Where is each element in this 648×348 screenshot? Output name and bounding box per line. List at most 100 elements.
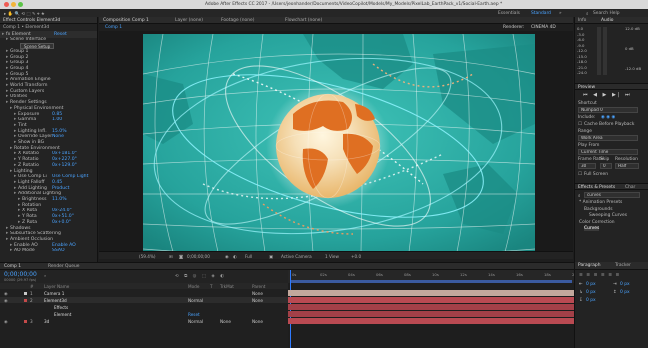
play-from-select[interactable]: Current Time <box>578 149 638 155</box>
layer-name[interactable]: Camera 1 <box>44 291 64 296</box>
tab-tracker[interactable]: Tracker <box>615 263 631 268</box>
search-icon[interactable]: ⌕ <box>586 11 588 17</box>
layer-name[interactable]: Element3d <box>44 298 67 303</box>
visibility-eye-icon[interactable]: ◉ <box>4 291 8 296</box>
disclosure-triangle-icon[interactable]: ▸ <box>10 248 12 253</box>
layer-trkmat[interactable]: None <box>220 319 231 324</box>
tab-layer[interactable]: Layer (none) <box>175 18 203 23</box>
skip-select[interactable]: 0 <box>600 163 612 169</box>
layer-parent[interactable]: None <box>252 291 263 296</box>
paragraph-value[interactable]: 0 px <box>586 282 596 287</box>
effects-list-item[interactable]: Color Correction <box>579 220 615 225</box>
full-screen-checkbox[interactable]: ☐ <box>578 172 582 177</box>
tab-info[interactable]: Info <box>578 18 586 23</box>
camera-select[interactable]: Active Camera <box>281 254 312 259</box>
paragraph-value[interactable]: 0 px <box>586 298 596 303</box>
layer-parent[interactable]: None <box>252 298 263 303</box>
layer-parent[interactable]: None <box>252 319 263 324</box>
paragraph-align-buttons[interactable]: ≡ ≡ ≡ ≡ ≡ ≡ <box>579 273 620 278</box>
timeline-search-icon[interactable]: ⌕ <box>44 273 46 278</box>
audio-db-label: 0 dB <box>625 46 634 51</box>
effects-search-input[interactable]: curves <box>584 192 640 198</box>
timeline-layer-row[interactable]: ◉ 3 3d Normal None None <box>0 318 288 324</box>
shortcut-select[interactable]: Numpad 0 <box>578 107 638 113</box>
composition-subtab-bar: Comp 1 Renderer: CINEMA 4D <box>99 24 573 31</box>
resolution-select[interactable]: Full <box>245 254 252 259</box>
minimize-window-icon[interactable] <box>11 2 16 7</box>
tab-footage[interactable]: Footage (none) <box>221 18 254 23</box>
element3d-layer-bar[interactable] <box>288 297 574 303</box>
playback-controls[interactable]: ⏮ ◀ ▶ ▶| ⏭ <box>583 92 632 98</box>
region-icon[interactable]: ▣ <box>269 254 273 259</box>
effects-list-item[interactable]: Curves <box>584 226 600 231</box>
tab-effects-presets[interactable]: Effects & Presets <box>578 185 615 190</box>
layer-mode[interactable]: Normal <box>188 298 203 303</box>
tab-comp1[interactable]: Comp 1 <box>4 264 21 269</box>
comp-subtab[interactable]: Comp 1 <box>105 25 122 30</box>
renderer-value[interactable]: CINEMA 4D <box>531 25 556 30</box>
audio-scale-label: -9.0 <box>577 42 585 48</box>
include-toggles[interactable]: ◉ ◉ ◉ <box>601 115 615 120</box>
label-color-swatch[interactable] <box>24 298 27 302</box>
views-select[interactable]: 1 View <box>325 254 339 259</box>
toolbar-icons[interactable]: ▸ ✋ 🔍 ⟲ ⬚ ✎ ⌖ ★ <box>4 11 45 17</box>
camera-snapshot-icon[interactable]: ◙ <box>179 254 183 259</box>
camera-layer-bar[interactable] <box>288 290 574 296</box>
layer-name[interactable]: Effects <box>54 305 68 310</box>
3d-layer-bar[interactable] <box>288 318 574 324</box>
range-select[interactable]: Work Area <box>578 135 638 141</box>
current-timecode[interactable]: 0;00;00;00 <box>4 271 37 278</box>
composition-canvas[interactable] <box>143 34 535 252</box>
timeline-layer-row[interactable]: Element Reset <box>0 311 288 317</box>
label-color-swatch[interactable] <box>24 291 27 295</box>
layer-name[interactable]: Element <box>54 312 71 317</box>
tab-audio[interactable]: Audio <box>601 18 613 23</box>
tab-composition[interactable]: Composition Comp 1 <box>103 18 149 23</box>
col-t: T <box>210 283 213 289</box>
channel-icon[interactable]: ◐ <box>233 254 237 259</box>
effects-list-item[interactable]: * Animation Presets <box>579 200 622 205</box>
time-ruler[interactable]: 0s02s04s06s08s10s12s14s16s18s20s <box>288 270 579 283</box>
property-value[interactable]: SSAO <box>52 248 65 253</box>
zoom-level[interactable]: (59.4%) <box>139 254 156 259</box>
visibility-eye-icon[interactable]: ◉ <box>4 319 8 324</box>
timeline-layer-row[interactable]: ◉ 2 Element3d Normal None <box>0 297 288 303</box>
resolution-select-preview[interactable]: Half <box>615 163 639 169</box>
timeline-layer-row[interactable]: Effects <box>0 304 288 310</box>
exposure-value[interactable]: +0.0 <box>351 254 361 259</box>
composition-viewer[interactable] <box>99 31 573 258</box>
paragraph-value[interactable]: 0 px <box>620 282 630 287</box>
cache-checkbox[interactable]: ☐ <box>578 122 582 127</box>
timeline-tracks[interactable]: 0s02s04s06s08s10s12s14s16s18s20s <box>288 270 579 348</box>
grid-icon[interactable]: ⊞ <box>169 254 173 259</box>
workspace-menu-icon[interactable]: » <box>559 11 562 16</box>
workspace-essentials[interactable]: Essentials <box>498 11 520 16</box>
maximize-window-icon[interactable] <box>18 2 23 7</box>
effects-list-item[interactable]: Sweeping Curves <box>589 213 627 218</box>
snapshot-icon[interactable]: ◉ <box>225 254 229 259</box>
effect-properties-list: ▸ fx Element Reset ▸ Scene Interface Scene Se… <box>0 31 97 262</box>
visibility-eye-icon[interactable]: ◉ <box>4 298 8 303</box>
effects-list-item[interactable]: Backgrounds <box>584 207 612 212</box>
effect-controls-header[interactable]: Effect Controls Element3d <box>0 17 97 24</box>
layer-mode[interactable]: Reset <box>188 312 200 317</box>
label-color-swatch[interactable] <box>24 319 27 323</box>
timeline-layer-row[interactable]: ◉ 1 Camera 1 None <box>0 290 288 296</box>
timeline-switches[interactable]: ⟲ ⧉ ◎ ⬚ ◈ ◐ <box>175 273 226 279</box>
tab-paragraph[interactable]: Paragraph <box>578 263 601 268</box>
tab-character[interactable]: Char <box>625 185 635 190</box>
tab-flowchart[interactable]: Flowchart (none) <box>285 18 322 23</box>
tab-render-queue[interactable]: Render Queue <box>48 264 79 269</box>
viewer-timecode[interactable]: 0;00;00;00 <box>187 254 210 259</box>
paragraph-value[interactable]: 0 px <box>620 290 630 295</box>
effect-property-row[interactable]: ▸ AO Mode SSAO <box>0 248 97 255</box>
layer-mode[interactable]: Normal <box>188 319 203 324</box>
paragraph-value[interactable]: 0 px <box>586 290 596 295</box>
layer-name[interactable]: 3d <box>44 319 49 324</box>
workspace-standard[interactable]: Standard <box>531 11 551 16</box>
search-help-input[interactable]: Search Help <box>593 11 620 16</box>
effect-controls-panel: Effect Controls Element3d Comp 1 • Eleme… <box>0 17 98 262</box>
frame-rate-select[interactable]: 30 <box>578 163 596 169</box>
work-area-bar[interactable] <box>290 280 572 283</box>
close-window-icon[interactable] <box>4 2 9 7</box>
